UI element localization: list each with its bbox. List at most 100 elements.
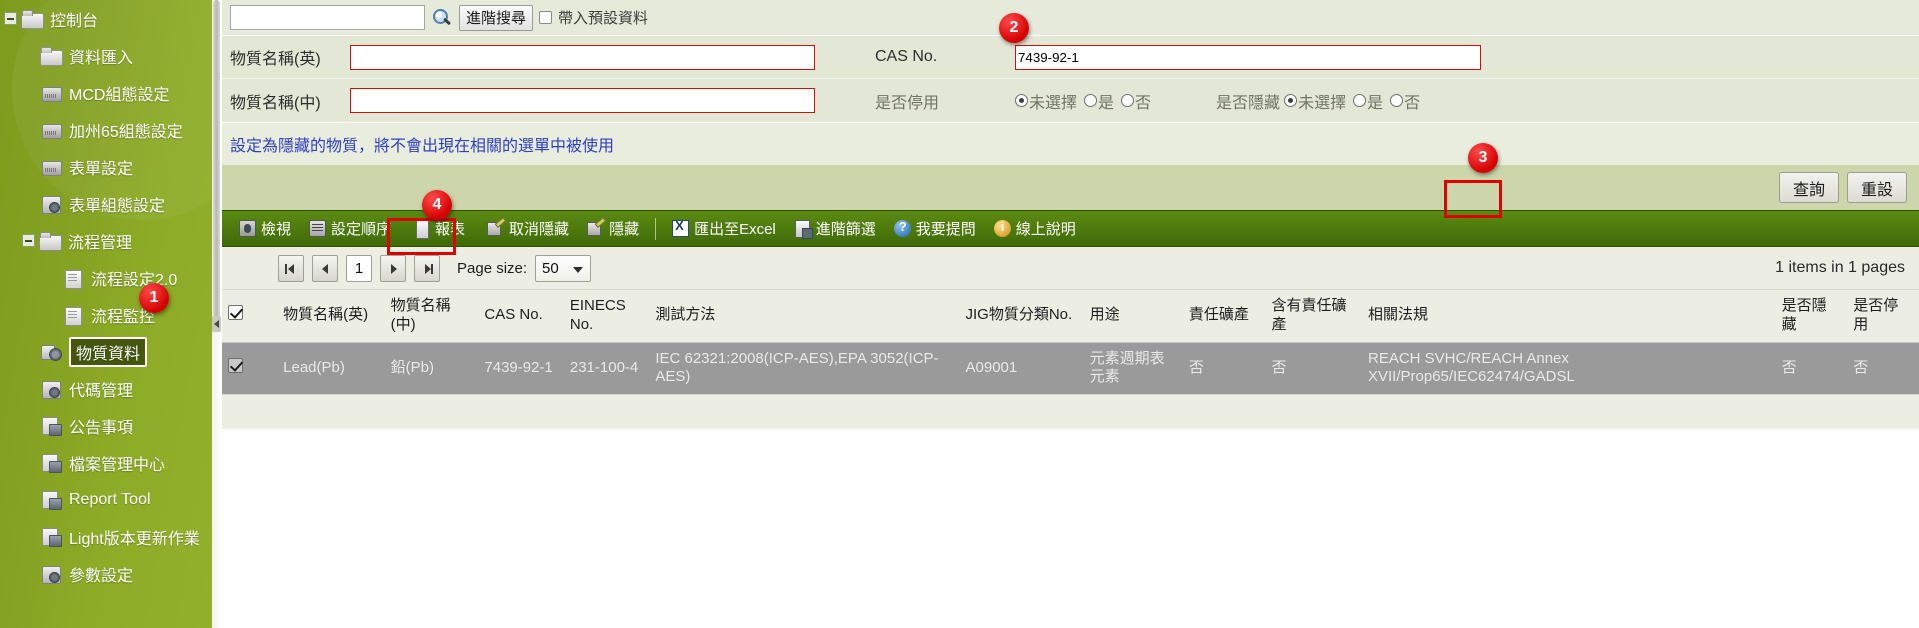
folder-icon [21, 9, 44, 29]
sort-order-icon [309, 220, 327, 237]
toolbar-item-label: 進階篩選 [815, 221, 876, 238]
quick-search-input[interactable] [230, 5, 425, 30]
sidebar-item-substance-data[interactable]: 物質資料 [0, 333, 212, 370]
disabled-radio-yes[interactable] [1084, 94, 1098, 107]
sidebar-item-light-update[interactable]: Light版本更新作業 [0, 518, 212, 555]
column-header[interactable]: JIG物質分類No. [959, 290, 1084, 343]
search-icon[interactable] [431, 7, 453, 29]
sidebar-item-console[interactable]: 控制台 [0, 0, 212, 37]
sidebar-item-code-mgmt[interactable]: 代碼管理 [0, 370, 212, 407]
toolbar-question-button[interactable]: 我要提問 [885, 215, 985, 242]
column-header[interactable]: CAS No. [478, 290, 564, 343]
toolbar-export-excel-button[interactable]: 匯出至Excel [663, 215, 785, 242]
sidebar-item-announcements[interactable]: 公告事項 [0, 407, 212, 444]
sidebar-item-label: Report Tool [69, 490, 151, 508]
column-header[interactable]: 相關法規 [1362, 290, 1776, 343]
row-select-cell[interactable] [222, 342, 278, 394]
folder-icon [39, 231, 62, 251]
toolbar-item-label: 匯出至Excel [694, 221, 776, 238]
toolbar-online-help-button[interactable]: 線上說明 [985, 215, 1085, 242]
sidebar-item-label: 檔案管理中心 [69, 456, 166, 474]
cell-hidden: 否 [1775, 342, 1848, 394]
document-icon [62, 268, 84, 289]
unhide-icon [487, 220, 504, 237]
sidebar-item-mcd-config[interactable]: MCD組態設定 [0, 74, 212, 111]
hidden-radio-yes[interactable] [1353, 94, 1367, 107]
last-page-button[interactable] [414, 254, 440, 282]
disabled-radio-unselected[interactable] [1015, 94, 1028, 107]
next-page-button[interactable] [380, 254, 406, 282]
cell-name-en: Lead(Pb) [277, 342, 385, 394]
form-action-bar: 查詢 重設 [222, 164, 1919, 210]
name-zh-label: 物質名稱(中) [230, 94, 321, 112]
sidebar-item-data-import[interactable]: 資料匯入 [0, 37, 212, 74]
sidebar-item-parameters[interactable]: 參數設定 [0, 555, 212, 592]
view-icon [239, 220, 256, 237]
toolbar-advanced-filter-button[interactable]: 進階篩選 [785, 215, 885, 242]
sidebar-item-label: Light版本更新作業 [69, 530, 200, 548]
column-header[interactable]: 測試方法 [649, 290, 960, 343]
navigation-sidebar: 控制台 資料匯入 MCD組態設定 加州65組態設定 表單設定 表單組態設定 流程… [0, 0, 212, 628]
toolbar-sort-order-button[interactable]: 設定順序 [300, 215, 400, 242]
toolbar-hide-button[interactable]: 隱藏 [578, 215, 648, 242]
row-checkbox[interactable] [228, 357, 243, 373]
select-all-checkbox[interactable] [228, 305, 243, 321]
quick-search-bar: 進階搜尋 帶入預設資料 [222, 0, 1919, 36]
callout-badge-4: 4 [422, 190, 452, 220]
application-window: 控制台 資料匯入 MCD組態設定 加州65組態設定 表單設定 表單組態設定 流程… [0, 0, 1919, 628]
column-header[interactable]: 含有責任礦產 [1265, 290, 1362, 343]
page-number-input[interactable]: 1 [346, 254, 372, 282]
file-manager-icon [40, 453, 62, 473]
default-data-checkbox[interactable] [539, 11, 553, 24]
column-header[interactable]: 物質名稱(中) [384, 290, 479, 343]
query-button[interactable]: 查詢 [1779, 172, 1839, 203]
column-header[interactable]: 用途 [1083, 290, 1183, 343]
announcement-icon [40, 416, 62, 436]
sidebar-item-label: 流程設定2.0 [91, 271, 178, 289]
column-header[interactable]: 物質名稱(英) [277, 290, 385, 343]
page-size-label: Page size: [457, 259, 528, 277]
reset-button[interactable]: 重設 [1847, 172, 1907, 203]
substance-data-grid: 物質名稱(英) 物質名稱(中) CAS No. EINECS No. 測試方法 … [222, 290, 1919, 394]
cell-contains-responsible-mineral: 否 [1265, 342, 1362, 394]
disabled-label: 是否停用 [875, 94, 940, 112]
expander-icon[interactable] [4, 12, 17, 25]
table-row[interactable]: Lead(Pb) 鉛(Pb) 7439-92-1 231-100-4 IEC 6… [222, 342, 1919, 394]
sidebar-item-form-config[interactable]: 表單設定 [0, 148, 212, 185]
radio-label: 未選擇 [1029, 94, 1078, 112]
panel-splitter[interactable] [212, 0, 222, 628]
advanced-search-button[interactable]: 進階搜尋 [459, 4, 534, 31]
expander-icon[interactable] [22, 234, 35, 247]
header-select-all[interactable] [222, 290, 278, 343]
toolbar-item-label: 線上說明 [1015, 221, 1076, 238]
hidden-radio-unselected[interactable] [1284, 94, 1298, 107]
splitter-collapse-arrow[interactable] [212, 316, 221, 332]
hidden-radio-no[interactable] [1390, 94, 1404, 107]
column-header[interactable]: 是否隱藏 [1775, 290, 1848, 343]
name-en-input[interactable] [350, 44, 815, 70]
callout-badge-2: 2 [999, 13, 1029, 43]
toolbar-view-button[interactable]: 檢視 [230, 215, 300, 242]
cas-input[interactable] [1015, 44, 1481, 70]
sidebar-item-file-manager[interactable]: 檔案管理中心 [0, 444, 212, 481]
page-size-select[interactable]: 50 [535, 254, 592, 282]
name-zh-input[interactable] [350, 88, 815, 113]
splitter-grip[interactable] [213, 0, 220, 325]
toolbar-unhide-button[interactable]: 取消隱藏 [478, 215, 578, 242]
sidebar-item-process-setting-20[interactable]: 流程設定2.0 [0, 259, 212, 296]
column-header[interactable]: 責任礦產 [1182, 290, 1266, 343]
disabled-radio-no[interactable] [1121, 94, 1135, 107]
first-page-button[interactable] [278, 254, 304, 282]
column-header[interactable]: EINECS No. [563, 290, 650, 343]
column-header[interactable]: 是否停用 [1847, 290, 1919, 343]
sidebar-item-ca65-config[interactable]: 加州65組態設定 [0, 111, 212, 148]
toolbar-item-label: 隱藏 [609, 221, 640, 238]
parameter-icon [40, 564, 62, 584]
sidebar-item-process-monitor[interactable]: 流程監控 [0, 296, 212, 333]
sidebar-item-process-mgmt[interactable]: 流程管理 [0, 222, 212, 259]
document-icon [62, 305, 84, 326]
prev-page-button[interactable] [312, 254, 338, 282]
radio-label: 否 [1135, 94, 1152, 112]
sidebar-item-form-setting[interactable]: 表單組態設定 [0, 185, 212, 222]
sidebar-item-report-tool[interactable]: Report Tool [0, 481, 212, 518]
